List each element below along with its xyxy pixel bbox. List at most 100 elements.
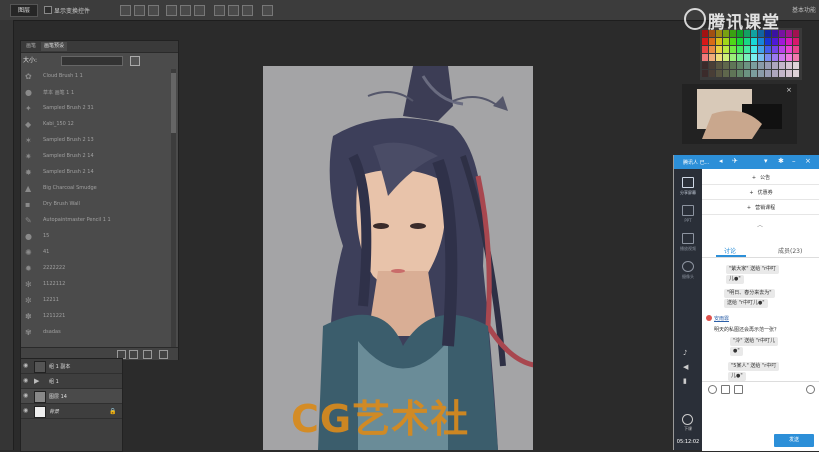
color-swatch[interactable]: [702, 62, 708, 69]
color-swatch[interactable]: [730, 54, 736, 61]
color-swatch[interactable]: [751, 62, 757, 69]
color-swatch[interactable]: [779, 38, 785, 45]
layer-row[interactable]: ◉ ▶ 组 1: [21, 374, 122, 389]
layer-row[interactable]: ◉ 组 1 副本: [21, 359, 122, 374]
speaker-icon[interactable]: ◀: [683, 363, 688, 371]
eye-icon[interactable]: ◉: [23, 393, 29, 399]
align-bottom-icon[interactable]: [148, 5, 159, 16]
color-swatch[interactable]: [730, 38, 736, 45]
color-swatch[interactable]: [716, 62, 722, 69]
list-item[interactable]: ◆ Kabi_150 12: [25, 119, 165, 133]
color-swatch[interactable]: [716, 70, 722, 77]
color-swatch[interactable]: [793, 62, 799, 69]
color-swatch[interactable]: [765, 62, 771, 69]
color-swatch[interactable]: [723, 70, 729, 77]
color-swatch[interactable]: [793, 70, 799, 77]
align-right-icon[interactable]: [194, 5, 205, 16]
color-swatch[interactable]: [786, 38, 792, 45]
color-swatch[interactable]: [765, 54, 771, 61]
align-left-icon[interactable]: [166, 5, 177, 16]
end-class-icon[interactable]: [682, 414, 693, 425]
list-item[interactable]: ● 草本 画笔 1 1: [25, 87, 165, 101]
color-swatch[interactable]: [793, 38, 799, 45]
toggle-brush-panel-icon[interactable]: [130, 56, 140, 66]
color-swatch[interactable]: [751, 38, 757, 45]
menu-coupon[interactable]: + 优惠券: [702, 188, 819, 200]
color-swatch[interactable]: [786, 46, 792, 53]
layer-row[interactable]: ◉ 背景 🔒: [21, 404, 122, 419]
color-swatch[interactable]: [702, 46, 708, 53]
workspace-label[interactable]: 基本功能: [792, 5, 816, 14]
eye-icon[interactable]: ◉: [23, 378, 29, 384]
message-input[interactable]: [706, 396, 816, 432]
distribute-middle-icon[interactable]: [228, 5, 239, 16]
emoji-icon[interactable]: [708, 385, 717, 394]
chevron-up-icon[interactable]: ︿: [757, 220, 763, 229]
show-transform-checkbox[interactable]: [44, 6, 52, 14]
tab-brush-presets[interactable]: 画笔预设: [41, 42, 68, 51]
color-swatch[interactable]: [772, 38, 778, 45]
list-item[interactable]: ✽ 1211221: [25, 311, 165, 325]
color-swatch[interactable]: [709, 46, 715, 53]
send-button[interactable]: 发送: [774, 434, 814, 447]
color-swatch[interactable]: [765, 46, 771, 53]
color-swatch[interactable]: [765, 70, 771, 77]
forward-icon[interactable]: ✈: [732, 158, 738, 165]
color-swatch[interactable]: [737, 54, 743, 61]
color-swatch[interactable]: [793, 54, 799, 61]
color-swatch[interactable]: [758, 54, 764, 61]
color-swatch[interactable]: [709, 54, 715, 61]
align-center-icon[interactable]: [180, 5, 191, 16]
color-swatch[interactable]: [730, 70, 736, 77]
preset-manager-icon[interactable]: [129, 350, 138, 359]
color-swatch[interactable]: [786, 30, 792, 37]
list-item[interactable]: ✹ 2222222: [25, 263, 165, 277]
menu-courses[interactable]: + 营销课程: [702, 203, 819, 215]
layer-row[interactable]: ◉ 图层 14: [21, 389, 122, 404]
color-swatch[interactable]: [779, 70, 785, 77]
mic-icon[interactable]: ♪: [683, 349, 687, 357]
color-swatch[interactable]: [737, 38, 743, 45]
color-swatch[interactable]: [772, 54, 778, 61]
tab-members[interactable]: 成员(23): [778, 246, 802, 255]
color-swatch[interactable]: [709, 38, 715, 45]
color-swatch[interactable]: [772, 70, 778, 77]
color-swatch[interactable]: [779, 46, 785, 53]
chevron-down-icon[interactable]: ▾: [764, 158, 768, 165]
list-item[interactable]: ▲ Big Charcoal Smudge: [25, 183, 165, 197]
color-swatch[interactable]: [716, 38, 722, 45]
list-item[interactable]: ✿ Cloud Brush 1 1: [25, 71, 165, 85]
color-swatch[interactable]: [716, 46, 722, 53]
list-item[interactable]: ✺ 41: [25, 247, 165, 261]
list-item[interactable]: ✎ Autopaintmaster Pencil 1 1: [25, 215, 165, 229]
color-swatch[interactable]: [723, 62, 729, 69]
list-item[interactable]: ✻ 1122112: [25, 279, 165, 293]
color-swatch[interactable]: [751, 46, 757, 53]
chat-username[interactable]: 安雨霏: [714, 315, 729, 322]
eye-icon[interactable]: ◉: [23, 408, 29, 414]
color-swatch[interactable]: [744, 70, 750, 77]
close-icon[interactable]: ×: [786, 86, 792, 94]
list-item[interactable]: ● 15: [25, 231, 165, 245]
brush-size-slider[interactable]: [61, 56, 123, 66]
tab-brush[interactable]: 画笔: [23, 42, 39, 51]
color-swatch[interactable]: [716, 54, 722, 61]
scissors-icon[interactable]: [721, 385, 730, 394]
color-swatch[interactable]: [723, 38, 729, 45]
menu-announcement[interactable]: + 公告: [702, 173, 819, 185]
color-swatch[interactable]: [723, 54, 729, 61]
color-swatch[interactable]: [744, 62, 750, 69]
color-swatch[interactable]: [709, 70, 715, 77]
align-top-icon[interactable]: [120, 5, 131, 16]
color-swatch[interactable]: [737, 62, 743, 69]
auto-select-dropdown[interactable]: 图层: [10, 4, 38, 17]
color-swatch[interactable]: [744, 46, 750, 53]
color-swatch[interactable]: [779, 54, 785, 61]
color-swatch[interactable]: [737, 70, 743, 77]
minimize-icon[interactable]: –: [792, 158, 796, 165]
list-item[interactable]: ✶ Sampled Brush 2 13: [25, 135, 165, 149]
list-item[interactable]: ✸ Sampled Brush 2 14: [25, 167, 165, 181]
color-swatch[interactable]: [709, 62, 715, 69]
color-swatch[interactable]: [751, 70, 757, 77]
color-swatch[interactable]: [786, 62, 792, 69]
